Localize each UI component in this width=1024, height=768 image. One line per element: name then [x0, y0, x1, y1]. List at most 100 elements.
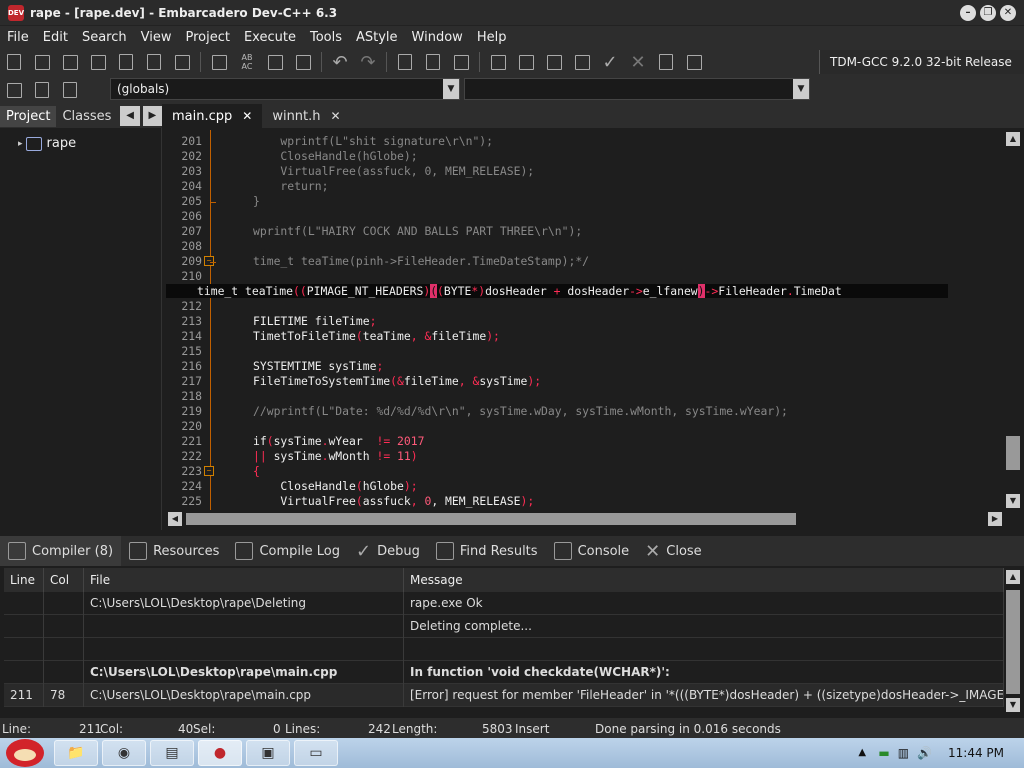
taskbar-chrome[interactable]: ◉	[102, 740, 146, 766]
tab-debug[interactable]: ✓ Debug	[348, 536, 428, 566]
code-line[interactable]: FileTimeToSystemTime(&fileTime, &sysTime…	[222, 374, 541, 388]
code-line[interactable]: TimetToFileTime(teaTime, &fileTime);	[222, 329, 500, 343]
redo-button[interactable]: ↷	[356, 51, 380, 73]
scrollbar-thumb[interactable]	[1006, 436, 1020, 470]
tab-project[interactable]: Project	[0, 105, 57, 127]
save-all-button[interactable]	[86, 51, 110, 73]
taskbar-app5[interactable]: ▣	[246, 740, 290, 766]
compile-button[interactable]	[486, 51, 510, 73]
code-line[interactable]: {	[222, 464, 260, 478]
scroll-down-icon[interactable]: ▼	[1006, 698, 1020, 712]
taskbar-notepad[interactable]: ▤	[150, 740, 194, 766]
column-header-file[interactable]: File	[84, 568, 404, 592]
new-file-button[interactable]	[2, 51, 26, 73]
tab-compile-log[interactable]: Compile Log	[227, 536, 348, 566]
member-combo[interactable]: ▼	[464, 78, 810, 100]
battery-icon[interactable]: ▬	[878, 746, 889, 760]
expand-icon[interactable]: ▸	[18, 139, 23, 149]
code-line[interactable]: CloseHandle(hGlobe);	[222, 149, 417, 163]
close-window-button[interactable]: ✕	[1000, 4, 1016, 21]
open-button[interactable]	[30, 51, 54, 73]
tab-compiler[interactable]: Compiler (8)	[0, 536, 122, 566]
scroll-up-icon[interactable]: ▲	[1006, 570, 1020, 584]
menu-file[interactable]: File	[0, 30, 36, 45]
table-row[interactable]: Deleting complete...	[4, 615, 1004, 638]
table-row[interactable]: C:\Users\LOL\Desktop\rape\Deleting rape.e…	[4, 592, 1004, 615]
delete-profile-button[interactable]	[682, 51, 706, 73]
tab-find-results[interactable]: Find Results	[428, 536, 546, 566]
code-line[interactable]: FILETIME fileTime;	[222, 314, 376, 328]
code-line[interactable]: time_t teaTime((PIMAGE_NT_HEADERS)((BYTE…	[166, 284, 948, 298]
menu-project[interactable]: Project	[178, 30, 236, 45]
undo-button[interactable]: ↶	[328, 51, 352, 73]
code-line[interactable]: VirtualFree(assfuck, 0, MEM_RELEASE);	[222, 164, 534, 178]
toggle-bookmark-button[interactable]	[291, 51, 315, 73]
menu-astyle[interactable]: AStyle	[349, 30, 405, 45]
save-button[interactable]	[58, 51, 82, 73]
code-line[interactable]: if(sysTime.wYear != 2017	[222, 434, 424, 448]
code-line[interactable]: return;	[222, 179, 328, 193]
tab-console[interactable]: Console	[546, 536, 638, 566]
close-file-button[interactable]	[114, 51, 138, 73]
tab-main-cpp[interactable]: main.cpp ✕	[162, 104, 263, 128]
chevron-down-icon[interactable]: ▼	[443, 79, 459, 99]
check-syntax-button[interactable]: ✓	[598, 51, 622, 73]
find-button[interactable]	[207, 51, 231, 73]
code-line[interactable]: time_t teaTime(pinh->FileHeader.TimeDate…	[222, 254, 589, 268]
insert-button[interactable]	[2, 79, 26, 101]
chevron-right-icon[interactable]: ▶	[142, 106, 162, 126]
tree-node-project[interactable]: ▸ rape	[18, 136, 76, 151]
tab-resources[interactable]: Resources	[121, 536, 227, 566]
menu-execute[interactable]: Execute	[237, 30, 303, 45]
compiler-select[interactable]: TDM-GCC 9.2.0 32-bit Release	[819, 50, 1024, 74]
profile-button[interactable]	[654, 51, 678, 73]
column-header-message[interactable]: Message	[404, 568, 1004, 592]
tab-classes[interactable]: Classes	[56, 106, 117, 127]
indent-button[interactable]	[393, 51, 417, 73]
code-line[interactable]: || sysTime.wMonth != 11)	[222, 449, 418, 463]
restore-button[interactable]: ❐	[980, 4, 996, 21]
editor-horizontal-scrollbar[interactable]: ◀ ▶	[166, 510, 1004, 528]
stop-button[interactable]: ✕	[626, 51, 650, 73]
comment-button[interactable]	[449, 51, 473, 73]
table-row[interactable]	[4, 638, 1004, 661]
code-line[interactable]: }	[222, 194, 260, 208]
menu-view[interactable]: View	[134, 30, 179, 45]
bookmark-button[interactable]	[30, 79, 54, 101]
run-button[interactable]	[514, 51, 538, 73]
menu-help[interactable]: Help	[470, 30, 514, 45]
code-line[interactable]: VirtualFree(assfuck, 0, MEM_RELEASE);	[222, 494, 534, 508]
code-line[interactable]: //wprintf(L"Date: %d/%d/%d\r\n", sysTime…	[222, 404, 788, 418]
minimize-button[interactable]: –	[960, 4, 976, 21]
close-icon[interactable]: ✕	[331, 109, 341, 123]
code-editor[interactable]: 2012022032042052062072082092102112122132…	[166, 130, 1004, 510]
scroll-left-icon[interactable]: ◀	[168, 512, 182, 526]
editor-vertical-scrollbar[interactable]: ▲ ▼	[1004, 130, 1022, 512]
compile-run-button[interactable]	[542, 51, 566, 73]
scroll-right-icon[interactable]: ▶	[988, 512, 1002, 526]
table-row[interactable]: C:\Users\LOL\Desktop\rape\main.cpp In fun…	[4, 661, 1004, 684]
start-button[interactable]	[0, 738, 50, 768]
column-header-col[interactable]: Col	[44, 568, 84, 592]
replace-button[interactable]: AB AC	[235, 51, 259, 73]
volume-icon[interactable]: 🔊	[917, 746, 932, 760]
tab-winnt-h[interactable]: winnt.h ✕	[262, 104, 350, 128]
table-row[interactable]: 211 78 C:\Users\LOL\Desktop\rape\main.cpp[…	[4, 684, 1004, 707]
scroll-up-icon[interactable]: ▲	[1006, 132, 1020, 146]
close-icon[interactable]: ✕	[242, 109, 252, 123]
code-line[interactable]: CloseHandle(hGlobe);	[222, 479, 417, 493]
rebuild-button[interactable]	[570, 51, 594, 73]
network-icon[interactable]: ▥	[898, 746, 909, 760]
taskbar-explorer[interactable]: 📁	[54, 740, 98, 766]
scrollbar-thumb[interactable]	[1006, 590, 1020, 694]
menu-tools[interactable]: Tools	[303, 30, 349, 45]
fold-toggle-icon[interactable]: −	[204, 466, 214, 476]
taskbar-app6[interactable]: ▭	[294, 740, 338, 766]
code-line[interactable]: wprintf(L"shit signature\r\n");	[222, 134, 493, 148]
messages-scrollbar[interactable]: ▲ ▼	[1004, 568, 1022, 714]
code-line[interactable]: SYSTEMTIME sysTime;	[222, 359, 383, 373]
taskbar-devcpp[interactable]: ●	[198, 740, 242, 766]
tab-close[interactable]: ✕ Close	[637, 536, 710, 566]
scope-combo[interactable]: (globals) ▼	[110, 78, 460, 100]
code-line[interactable]: wprintf(L"HAIRY COCK AND BALLS PART THRE…	[222, 224, 582, 238]
